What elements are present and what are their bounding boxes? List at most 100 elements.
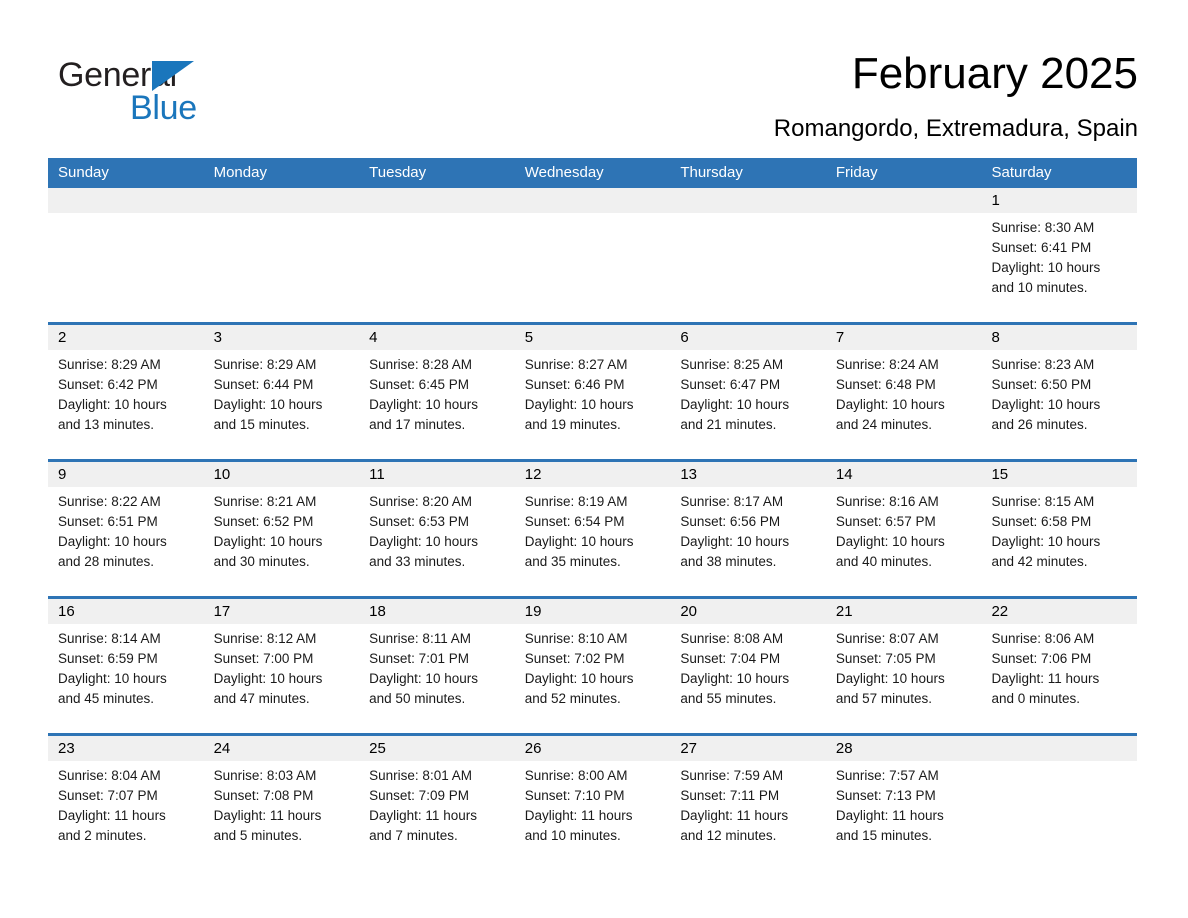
sunset-line: Sunset: 6:57 PM: [835, 514, 936, 529]
daylight-line-2: and 45 minutes.: [58, 691, 155, 706]
day-cell[interactable]: [514, 188, 671, 322]
day-cell[interactable]: [825, 188, 982, 322]
general-blue-logo[interactable]: General Blue: [58, 55, 298, 130]
sunrise-line: Sunrise: 8:29 AM: [58, 357, 161, 372]
day-number: 26: [524, 740, 542, 757]
daylight-line-1: Daylight: 10 hours: [369, 671, 478, 686]
daylight-line-1: Daylight: 10 hours: [680, 671, 790, 686]
sunrise-line: Sunrise: 8:24 AM: [835, 357, 939, 372]
day-cell[interactable]: [981, 736, 1138, 851]
day-cell[interactable]: 14 Sunrise: 8:16 AM Sunset: 6:57 PM Dayl…: [825, 462, 982, 596]
day-cell[interactable]: 10 Sunrise: 8:21 AM Sunset: 6:52 PM Dayl…: [203, 462, 360, 596]
sunrise-line: Sunrise: 8:16 AM: [835, 494, 939, 509]
daylight-line-2: and 10 minutes.: [524, 828, 621, 843]
day-cell[interactable]: 2 Sunrise: 8:29 AM Sunset: 6:42 PM Dayli…: [48, 325, 204, 459]
day-number-bar: 19: [514, 599, 671, 624]
day-cell[interactable]: 1 Sunrise: 8:30 AM Sunset: 6:41 PM Dayli…: [981, 188, 1138, 322]
daylight-line-2: and 13 minutes.: [58, 417, 155, 432]
day-cell[interactable]: 15 Sunrise: 8:15 AM Sunset: 6:58 PM Dayl…: [981, 462, 1138, 596]
day-cell[interactable]: [670, 188, 826, 322]
daylight-line-2: and 50 minutes.: [369, 691, 466, 706]
sunrise-line: Sunrise: 8:11 AM: [369, 631, 471, 646]
day-cell[interactable]: 9 Sunrise: 8:22 AM Sunset: 6:51 PM Dayli…: [48, 462, 204, 596]
day-number-bar: 16: [48, 599, 204, 624]
day-cell[interactable]: 23 Sunrise: 8:04 AM Sunset: 7:07 PM Dayl…: [48, 736, 204, 851]
day-cell[interactable]: 25 Sunrise: 8:01 AM Sunset: 7:09 PM Dayl…: [359, 736, 515, 851]
day-cell[interactable]: 27 Sunrise: 7:59 AM Sunset: 7:11 PM Dayl…: [670, 736, 826, 851]
sunset-line: Sunset: 6:41 PM: [991, 240, 1092, 255]
day-details: Sunrise: 8:24 AM Sunset: 6:48 PM Dayligh…: [826, 350, 982, 435]
day-cell[interactable]: 20 Sunrise: 8:08 AM Sunset: 7:04 PM Dayl…: [670, 599, 826, 733]
day-cell[interactable]: 26 Sunrise: 8:00 AM Sunset: 7:10 PM Dayl…: [514, 736, 671, 851]
day-number: 3: [213, 329, 222, 346]
day-details: Sunrise: 8:16 AM Sunset: 6:57 PM Dayligh…: [826, 487, 982, 572]
day-number: 15: [991, 466, 1009, 483]
day-cell[interactable]: [203, 188, 360, 322]
day-cell[interactable]: 19 Sunrise: 8:10 AM Sunset: 7:02 PM Dayl…: [514, 599, 671, 733]
day-number-bar: 22: [981, 599, 1138, 624]
weekday-header-saturday: Saturday: [991, 164, 1052, 181]
weekday-header-sunday: Sunday: [58, 164, 109, 181]
day-cell[interactable]: 17 Sunrise: 8:12 AM Sunset: 7:00 PM Dayl…: [203, 599, 360, 733]
daylight-line-1: Daylight: 10 hours: [680, 397, 790, 412]
day-cell[interactable]: 16 Sunrise: 8:14 AM Sunset: 6:59 PM Dayl…: [48, 599, 204, 733]
daylight-line-1: Daylight: 10 hours: [991, 260, 1101, 275]
day-details: Sunrise: 8:20 AM Sunset: 6:53 PM Dayligh…: [359, 487, 515, 572]
daylight-line-2: and 33 minutes.: [369, 554, 466, 569]
day-cell[interactable]: [359, 188, 515, 322]
sunset-line: Sunset: 6:50 PM: [991, 377, 1092, 392]
sunrise-line: Sunrise: 8:22 AM: [58, 494, 161, 509]
sunset-line: Sunset: 6:53 PM: [369, 514, 469, 529]
title-block: February 2025 Romangordo, Extremadura, S…: [438, 48, 1138, 144]
day-cell[interactable]: 28 Sunrise: 7:57 AM Sunset: 7:13 PM Dayl…: [825, 736, 982, 851]
day-cell[interactable]: 7 Sunrise: 8:24 AM Sunset: 6:48 PM Dayli…: [825, 325, 982, 459]
daylight-line-1: Daylight: 11 hours: [58, 808, 166, 823]
day-number-bar: 24: [203, 736, 360, 761]
daylight-line-1: Daylight: 10 hours: [58, 671, 167, 686]
day-number-bar: 20: [670, 599, 826, 624]
day-details: Sunrise: 8:29 AM Sunset: 6:44 PM Dayligh…: [204, 350, 360, 435]
day-cell[interactable]: 13 Sunrise: 8:17 AM Sunset: 6:56 PM Dayl…: [670, 462, 826, 596]
day-details: Sunrise: 8:28 AM Sunset: 6:45 PM Dayligh…: [359, 350, 515, 435]
day-cell[interactable]: 6 Sunrise: 8:25 AM Sunset: 6:47 PM Dayli…: [670, 325, 826, 459]
sunrise-line: Sunrise: 8:01 AM: [369, 768, 472, 783]
sunset-line: Sunset: 7:13 PM: [835, 788, 936, 803]
daylight-line-2: and 15 minutes.: [213, 417, 310, 432]
day-number-bar: 11: [359, 462, 515, 487]
day-cell[interactable]: 24 Sunrise: 8:03 AM Sunset: 7:08 PM Dayl…: [203, 736, 360, 851]
day-cell[interactable]: 12 Sunrise: 8:19 AM Sunset: 6:54 PM Dayl…: [514, 462, 671, 596]
day-details: Sunrise: 8:14 AM Sunset: 6:59 PM Dayligh…: [48, 624, 204, 709]
day-number-bar: 6: [670, 325, 826, 350]
day-cell[interactable]: 3 Sunrise: 8:29 AM Sunset: 6:44 PM Dayli…: [203, 325, 360, 459]
sunset-line: Sunset: 7:02 PM: [524, 651, 625, 666]
location-subtitle: Romangordo, Extremadura, Spain: [773, 115, 1138, 142]
sunrise-line: Sunrise: 8:03 AM: [213, 768, 317, 783]
day-cell[interactable]: 22 Sunrise: 8:06 AM Sunset: 7:06 PM Dayl…: [981, 599, 1138, 733]
day-number-bar: 13: [670, 462, 826, 487]
day-number: 17: [213, 603, 231, 620]
sunset-line: Sunset: 6:51 PM: [58, 514, 158, 529]
day-details: Sunrise: 8:12 AM Sunset: 7:00 PM Dayligh…: [204, 624, 360, 709]
day-number-bar: 26: [514, 736, 671, 761]
day-cell[interactable]: 18 Sunrise: 8:11 AM Sunset: 7:01 PM Dayl…: [359, 599, 515, 733]
daylight-line-1: Daylight: 11 hours: [369, 808, 477, 823]
daylight-line-2: and 40 minutes.: [835, 554, 932, 569]
day-number: 16: [58, 603, 75, 620]
day-cell[interactable]: 11 Sunrise: 8:20 AM Sunset: 6:53 PM Dayl…: [359, 462, 515, 596]
day-cell[interactable]: 21 Sunrise: 8:07 AM Sunset: 7:05 PM Dayl…: [825, 599, 982, 733]
daylight-line-1: Daylight: 10 hours: [213, 534, 323, 549]
day-number-bar: 28: [825, 736, 982, 761]
daylight-line-1: Daylight: 10 hours: [991, 397, 1101, 412]
day-number: 24: [213, 740, 231, 757]
day-number: 6: [680, 329, 689, 346]
day-cell[interactable]: 4 Sunrise: 8:28 AM Sunset: 6:45 PM Dayli…: [359, 325, 515, 459]
sunset-line: Sunset: 6:59 PM: [58, 651, 158, 666]
day-cell[interactable]: 8 Sunrise: 8:23 AM Sunset: 6:50 PM Dayli…: [981, 325, 1138, 459]
sunset-line: Sunset: 6:54 PM: [524, 514, 625, 529]
daylight-line-2: and 28 minutes.: [58, 554, 155, 569]
day-cell[interactable]: 5 Sunrise: 8:27 AM Sunset: 6:46 PM Dayli…: [514, 325, 671, 459]
sunrise-line: Sunrise: 8:28 AM: [369, 357, 472, 372]
day-cell[interactable]: [48, 188, 204, 322]
day-number-bar: [670, 188, 826, 213]
calendar-table: Sunday Monday Tuesday Wednesday Thursday…: [48, 158, 1138, 851]
